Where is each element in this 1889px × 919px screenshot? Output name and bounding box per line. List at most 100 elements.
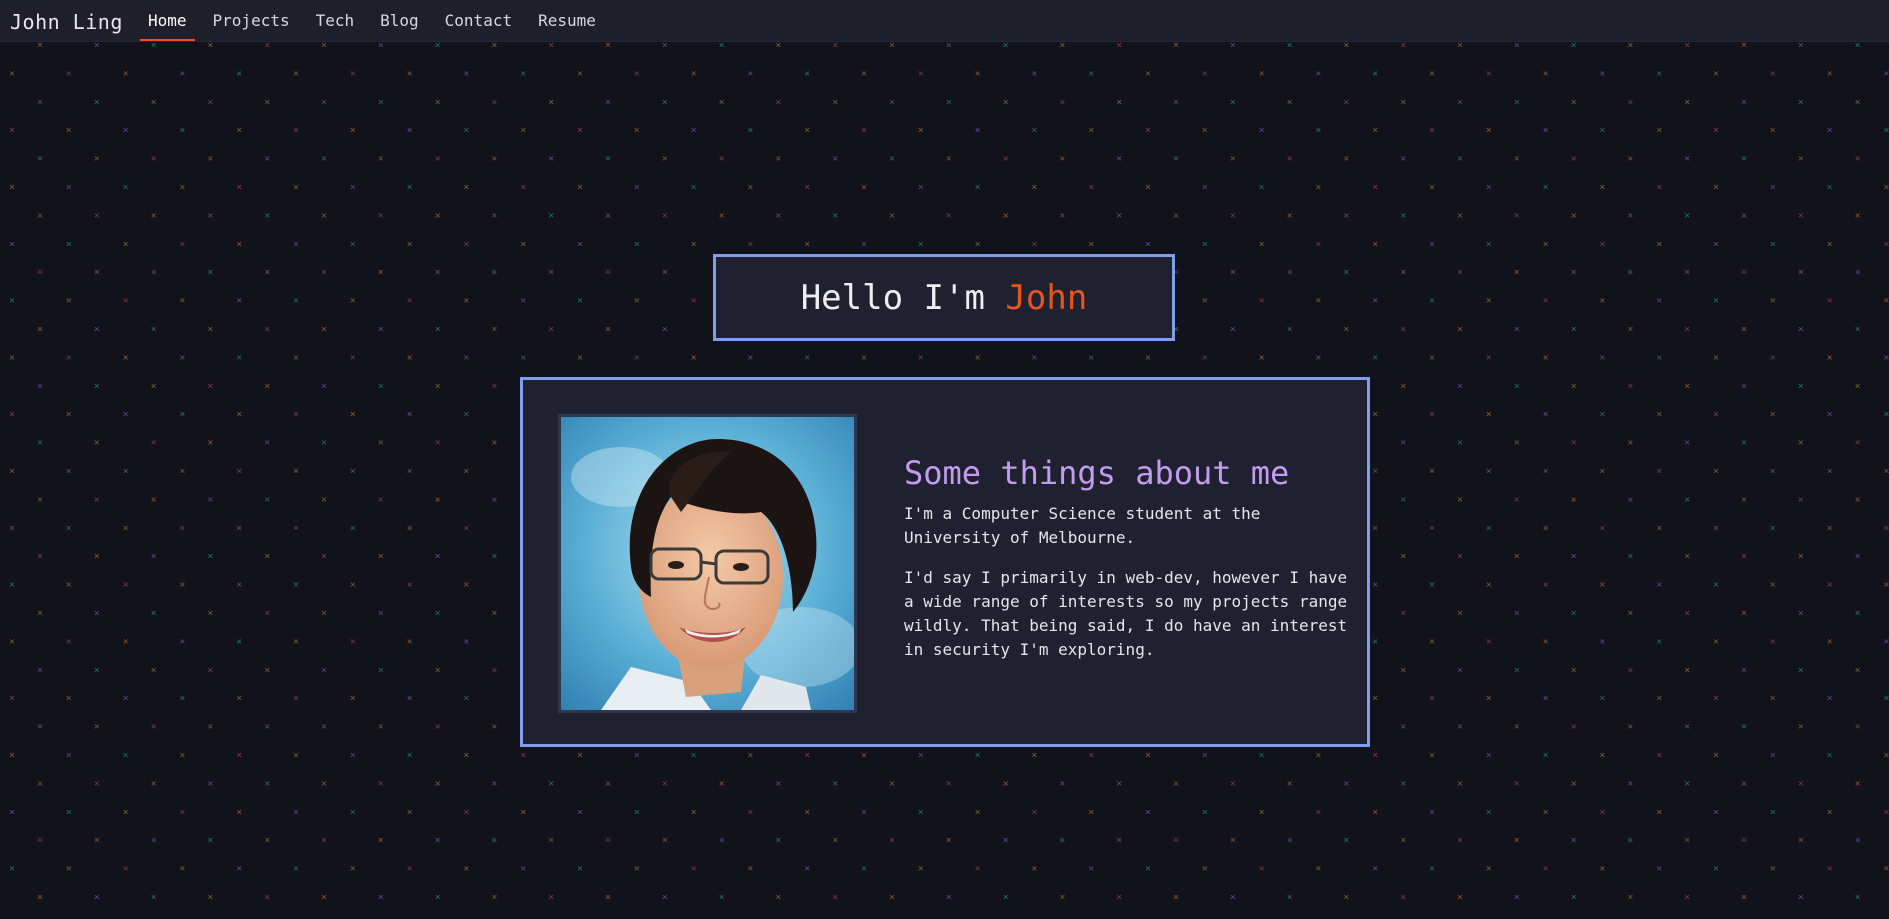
pattern-x-mark: × xyxy=(747,807,753,818)
pattern-x-mark: × xyxy=(463,182,469,193)
pattern-x-mark: × xyxy=(94,381,100,392)
pattern-x-mark: × xyxy=(1770,864,1776,875)
pattern-x-mark: × xyxy=(207,154,213,165)
pattern-x-mark: × xyxy=(1627,494,1633,505)
pattern-x-mark: × xyxy=(94,97,100,108)
pattern-x-mark: × xyxy=(1571,494,1577,505)
pattern-x-mark: × xyxy=(1627,722,1633,733)
pattern-x-mark: × xyxy=(1372,182,1378,193)
pattern-x-mark: × xyxy=(1457,778,1463,789)
site-brand[interactable]: John Ling xyxy=(10,10,123,34)
pattern-x-mark: × xyxy=(94,324,100,335)
pattern-x-mark: × xyxy=(321,438,327,449)
pattern-x-mark: × xyxy=(861,125,867,136)
pattern-x-mark: × xyxy=(1798,778,1804,789)
pattern-x-mark: × xyxy=(1202,68,1208,79)
pattern-x-mark: × xyxy=(691,352,697,363)
pattern-x-mark: × xyxy=(1343,267,1349,278)
pattern-x-mark: × xyxy=(662,97,668,108)
pattern-x-mark: × xyxy=(1173,97,1179,108)
pattern-x-mark: × xyxy=(1514,551,1520,562)
pattern-x-mark: × xyxy=(378,97,384,108)
nav-link-projects[interactable]: Projects xyxy=(205,0,298,41)
pattern-x-mark: × xyxy=(179,68,185,79)
pattern-x-mark: × xyxy=(151,722,157,733)
pattern-x-mark: × xyxy=(37,551,43,562)
pattern-x-mark: × xyxy=(207,210,213,221)
pattern-x-mark: × xyxy=(605,97,611,108)
pattern-x-mark: × xyxy=(37,267,43,278)
nav-link-blog[interactable]: Blog xyxy=(372,0,427,41)
pattern-x-mark: × xyxy=(1031,182,1037,193)
pattern-x-mark: × xyxy=(1599,409,1605,420)
pattern-x-mark: × xyxy=(1883,523,1889,534)
pattern-x-mark: × xyxy=(1372,68,1378,79)
pattern-x-mark: × xyxy=(747,750,753,761)
pattern-x-mark: × xyxy=(1543,750,1549,761)
nav-link-tech[interactable]: Tech xyxy=(308,0,363,41)
pattern-x-mark: × xyxy=(151,97,157,108)
pattern-x-mark: × xyxy=(1287,154,1293,165)
pattern-x-mark: × xyxy=(1372,580,1378,591)
pattern-x-mark: × xyxy=(1343,324,1349,335)
pattern-x-mark: × xyxy=(1855,381,1861,392)
pattern-x-mark: × xyxy=(236,239,242,250)
pattern-x-mark: × xyxy=(435,438,441,449)
pattern-x-mark: × xyxy=(1741,778,1747,789)
pattern-x-mark: × xyxy=(804,68,810,79)
pattern-x-mark: × xyxy=(378,438,384,449)
pattern-x-mark: × xyxy=(1315,750,1321,761)
pattern-x-mark: × xyxy=(1315,182,1321,193)
pattern-x-mark: × xyxy=(264,778,270,789)
pattern-x-mark: × xyxy=(293,182,299,193)
hero-name: John xyxy=(1005,277,1088,318)
pattern-x-mark: × xyxy=(1457,835,1463,846)
pattern-x-mark: × xyxy=(662,778,668,789)
pattern-x-mark: × xyxy=(66,296,72,307)
pattern-x-mark: × xyxy=(463,523,469,534)
pattern-x-mark: × xyxy=(1230,324,1236,335)
pattern-x-mark: × xyxy=(1627,267,1633,278)
pattern-x-mark: × xyxy=(1457,608,1463,619)
pattern-x-mark: × xyxy=(520,864,526,875)
pattern-x-mark: × xyxy=(1770,580,1776,591)
pattern-x-mark: × xyxy=(1230,154,1236,165)
pattern-x-mark: × xyxy=(520,807,526,818)
pattern-x-mark: × xyxy=(1627,608,1633,619)
pattern-x-mark: × xyxy=(1827,182,1833,193)
pattern-x-mark: × xyxy=(662,154,668,165)
pattern-x-mark: × xyxy=(1173,892,1179,903)
pattern-x-mark: × xyxy=(548,154,554,165)
pattern-x-mark: × xyxy=(1088,352,1094,363)
pattern-x-mark: × xyxy=(832,835,838,846)
pattern-x-mark: × xyxy=(435,778,441,789)
nav-link-home[interactable]: Home xyxy=(140,0,195,41)
pattern-x-mark: × xyxy=(1713,352,1719,363)
pattern-x-mark: × xyxy=(1684,665,1690,676)
pattern-x-mark: × xyxy=(1571,892,1577,903)
pattern-x-mark: × xyxy=(1514,892,1520,903)
nav-link-contact[interactable]: Contact xyxy=(437,0,520,41)
pattern-x-mark: × xyxy=(1486,693,1492,704)
pattern-x-mark: × xyxy=(179,636,185,647)
pattern-x-mark: × xyxy=(1400,324,1406,335)
pattern-x-mark: × xyxy=(1827,750,1833,761)
pattern-x-mark: × xyxy=(435,494,441,505)
pattern-x-mark: × xyxy=(1429,409,1435,420)
pattern-x-mark: × xyxy=(1059,154,1065,165)
pattern-x-mark: × xyxy=(264,494,270,505)
pattern-x-mark: × xyxy=(1400,608,1406,619)
pattern-x-mark: × xyxy=(1429,466,1435,477)
pattern-x-mark: × xyxy=(378,722,384,733)
pattern-x-mark: × xyxy=(1798,608,1804,619)
pattern-x-mark: × xyxy=(1343,154,1349,165)
pattern-x-mark: × xyxy=(293,68,299,79)
pattern-x-mark: × xyxy=(321,835,327,846)
nav-link-resume[interactable]: Resume xyxy=(530,0,604,41)
pattern-x-mark: × xyxy=(1656,352,1662,363)
pattern-x-mark: × xyxy=(747,352,753,363)
pattern-x-mark: × xyxy=(1798,835,1804,846)
pattern-x-mark: × xyxy=(832,892,838,903)
pattern-x-mark: × xyxy=(463,750,469,761)
pattern-x-mark: × xyxy=(1003,835,1009,846)
